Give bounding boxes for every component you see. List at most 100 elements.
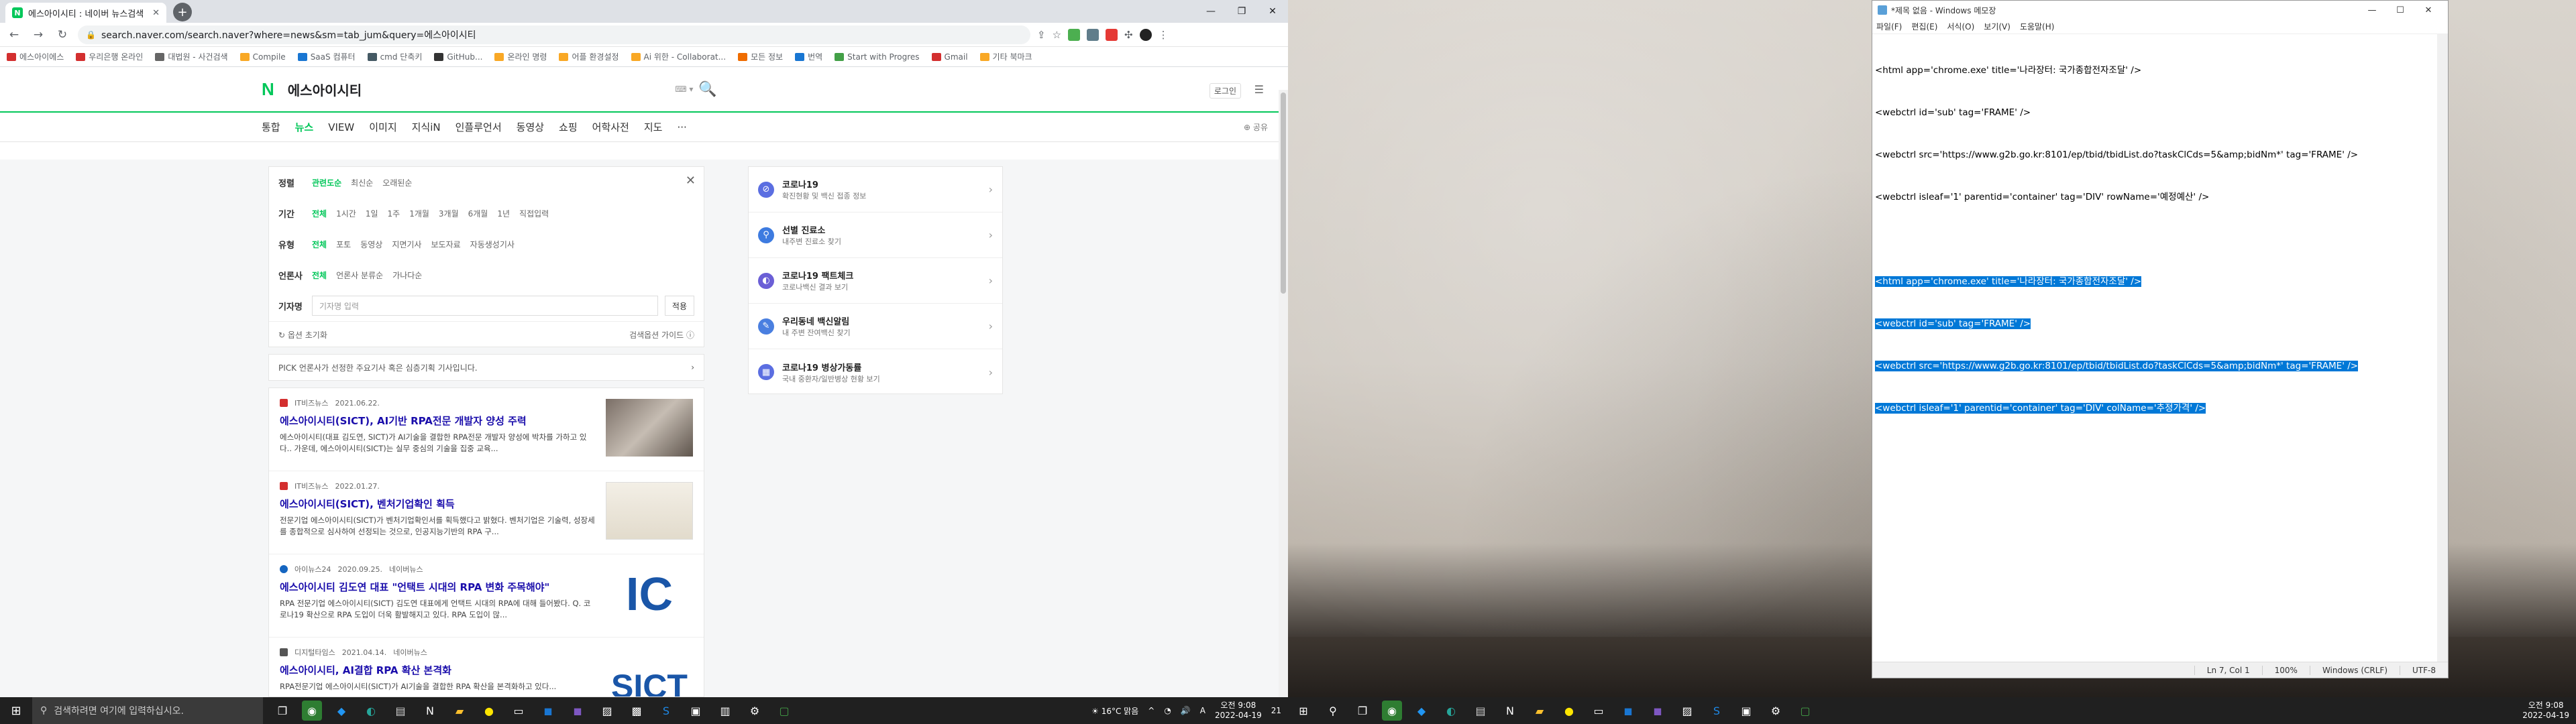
app-icon[interactable]: ▨: [597, 701, 617, 721]
reporter-apply-button[interactable]: 적용: [664, 296, 694, 316]
taskbar-search[interactable]: ⚲ 검색하려면 여기에 입력하십시오.: [32, 697, 263, 724]
app-icon[interactable]: ▤: [1470, 701, 1491, 721]
kakaotalk-icon[interactable]: ●: [1559, 701, 1579, 721]
reload-icon[interactable]: ↻: [54, 28, 71, 42]
profile-avatar[interactable]: [1139, 28, 1152, 41]
ime-icon[interactable]: A: [1200, 706, 1205, 715]
naver-news-link[interactable]: 네이버뉴스: [393, 647, 427, 658]
option-item[interactable]: 1년: [497, 208, 510, 219]
news-source[interactable]: 디지털타임스: [294, 647, 335, 658]
bookmark-item[interactable]: GitHub...: [434, 52, 482, 62]
tray-arrow-icon[interactable]: ^: [1148, 706, 1155, 715]
share-icon[interactable]: ⇪: [1037, 29, 1046, 41]
side-item[interactable]: ⊘ 코로나19 확진현황 및 백신 접종 정보 ›: [749, 167, 1002, 213]
news-thumbnail[interactable]: IC: [606, 565, 693, 623]
bookmark-item[interactable]: 대법원 - 사건검색: [155, 51, 228, 62]
news-source[interactable]: IT비즈뉴스: [294, 481, 328, 491]
app-icon[interactable]: ▤: [390, 701, 411, 721]
news-thumbnail[interactable]: [606, 399, 693, 457]
bookmark-item[interactable]: 모든 정보: [738, 51, 783, 62]
tab-close-icon[interactable]: ✕: [152, 8, 160, 18]
news-title[interactable]: 에스아이시티, AI결합 RPA 확산 본격화: [280, 663, 595, 677]
tab-dictionary[interactable]: 어학사전: [592, 120, 629, 134]
minimize-button[interactable]: —: [1195, 0, 1226, 23]
news-title[interactable]: 에스아이시티(SICT), AI기반 RPA전문 개발자 양성 주력: [280, 414, 595, 428]
task-view-icon[interactable]: ❐: [1352, 701, 1373, 721]
kakaotalk-icon[interactable]: ●: [479, 701, 499, 721]
option-item[interactable]: 언론사 분류순: [336, 269, 383, 281]
tab-view[interactable]: VIEW: [328, 121, 354, 133]
notification-badge[interactable]: 21: [1271, 706, 1281, 715]
news-thumbnail[interactable]: [606, 482, 693, 540]
tab-news[interactable]: 뉴스: [295, 120, 314, 134]
teams-icon[interactable]: ◼: [1648, 701, 1668, 721]
option-item[interactable]: 1시간: [336, 208, 356, 219]
clock[interactable]: 오전 9:08 2022-04-19: [1215, 701, 1262, 721]
scrollbar-thumb[interactable]: [1281, 93, 1286, 294]
app-icon[interactable]: ▢: [774, 701, 794, 721]
extension-icon[interactable]: [1068, 28, 1081, 41]
reporter-input[interactable]: 기자명 입력: [312, 296, 658, 316]
new-tab-button[interactable]: +: [173, 3, 192, 21]
menu-view[interactable]: 보기(V): [1984, 21, 2010, 32]
tab-kin[interactable]: 지식iN: [412, 120, 441, 134]
side-item[interactable]: ⚲ 선별 진료소 내주변 진료소 찾기 ›: [749, 213, 1002, 258]
option-item[interactable]: 전체: [312, 269, 327, 281]
keyboard-icon[interactable]: ⌨ ▾: [675, 84, 693, 94]
option-item[interactable]: 6개월: [468, 208, 488, 219]
network-icon[interactable]: ◔: [1164, 706, 1171, 715]
extension-icon[interactable]: [1087, 28, 1099, 41]
settings-icon[interactable]: ⚙: [1766, 701, 1786, 721]
notion-icon[interactable]: N: [1500, 701, 1520, 721]
option-item[interactable]: 가나다순: [392, 269, 422, 281]
option-item[interactable]: 1주: [388, 208, 400, 219]
tab-shopping[interactable]: 쇼핑: [559, 120, 578, 134]
tab-image[interactable]: 이미지: [369, 120, 396, 134]
tab-more[interactable]: ···: [677, 121, 686, 133]
tab-map[interactable]: 지도: [644, 120, 663, 134]
vscode-icon[interactable]: ◆: [1411, 701, 1432, 721]
news-title[interactable]: 에스아이시티(SICT), 벤처기업확인 획득: [280, 497, 595, 511]
naver-logo[interactable]: N: [262, 79, 274, 100]
share-button[interactable]: ⊕ 공유: [1244, 121, 1268, 133]
notion-icon[interactable]: N: [420, 701, 440, 721]
side-item[interactable]: ✎ 우리동네 백신알림 내 주변 잔여백신 찾기 ›: [749, 304, 1002, 349]
volume-icon[interactable]: 🔊: [1181, 706, 1191, 715]
side-item[interactable]: ◐ 코로나19 팩트체크 코로나백신 결과 보기 ›: [749, 258, 1002, 304]
more-icon[interactable]: ⋮: [1159, 29, 1169, 41]
option-item[interactable]: 관련도순: [312, 177, 341, 188]
app-icon[interactable]: ▣: [686, 701, 706, 721]
options-guide-link[interactable]: 검색옵션 가이드 ⓘ: [629, 329, 694, 341]
bookmark-item[interactable]: 기타 북마크: [979, 51, 1032, 62]
news-source[interactable]: 아이뉴스24: [294, 564, 331, 575]
extension-icon[interactable]: [1106, 28, 1118, 41]
bookmark-item[interactable]: SaaS 컴퓨터: [297, 51, 356, 62]
option-item[interactable]: 전체: [312, 208, 327, 219]
option-item[interactable]: 지면기사: [392, 239, 421, 250]
minimize-button[interactable]: —: [2358, 5, 2386, 15]
menu-help[interactable]: 도움말(H): [2020, 21, 2055, 32]
teams-icon[interactable]: ◼: [568, 701, 588, 721]
omnibox[interactable]: 🔒 search.naver.com/search.naver?where=ne…: [78, 25, 1030, 44]
option-item[interactable]: 자동생성기사: [470, 239, 515, 250]
windows-start-icon[interactable]: ⊞: [1293, 701, 1313, 721]
side-item[interactable]: ▦ 코로나19 병상가동률 국내 중환자/일반병상 현황 보기 ›: [749, 349, 1002, 395]
star-icon[interactable]: ☆: [1053, 29, 1061, 41]
chrome-icon[interactable]: ◉: [302, 701, 322, 721]
menu-edit[interactable]: 편집(E): [1911, 21, 1937, 32]
notepad-titlebar[interactable]: *제목 없음 - Windows 메모장 — ☐ ✕: [1872, 1, 2448, 19]
option-item[interactable]: 포토: [336, 239, 351, 250]
folder-icon[interactable]: ▰: [449, 701, 470, 721]
close-window-button[interactable]: ✕: [2414, 5, 2443, 15]
browser-tab[interactable]: N 에스아이시티 : 네이버 뉴스검색 ✕: [5, 3, 166, 23]
bookmark-item[interactable]: 에스아이에스: [7, 51, 64, 62]
app-icon[interactable]: ▥: [715, 701, 735, 721]
news-thumbnail[interactable]: SICT: [606, 648, 693, 697]
clock[interactable]: 오전 9:08 2022-04-19: [2522, 701, 2569, 721]
notepad-scrollbar[interactable]: [2437, 34, 2448, 662]
puzzle-icon[interactable]: ✣: [1124, 29, 1133, 41]
outlook-icon[interactable]: ◼: [538, 701, 558, 721]
bookmark-item[interactable]: Start with Progres: [835, 52, 920, 62]
search-icon[interactable]: 🔍: [698, 81, 716, 98]
folder-icon[interactable]: ▰: [1529, 701, 1550, 721]
